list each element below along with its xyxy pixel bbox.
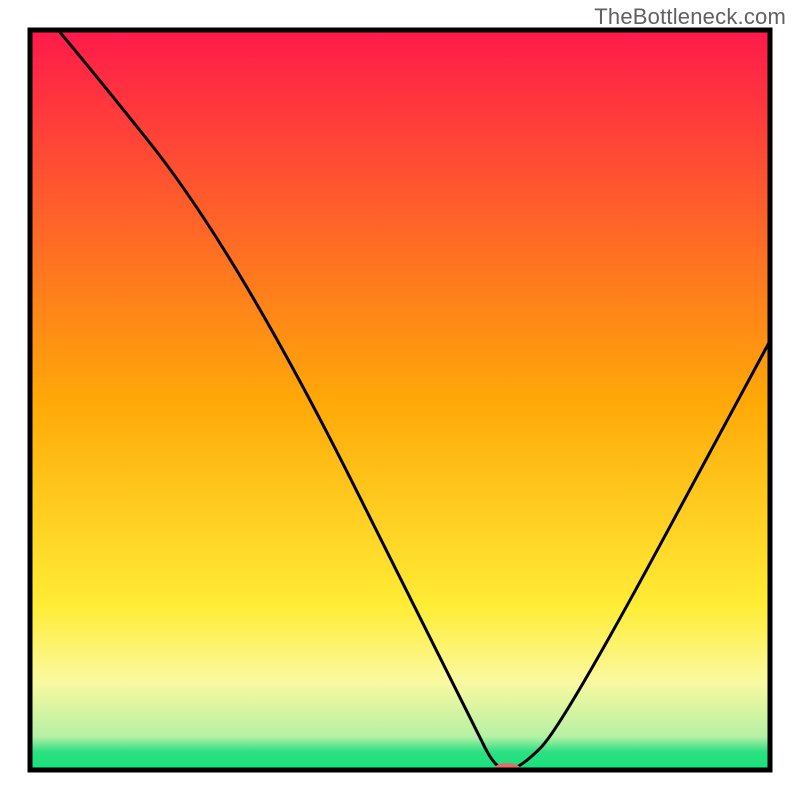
chart-container: TheBottleneck.com	[0, 0, 800, 800]
plot-background	[30, 30, 770, 770]
attribution-label: TheBottleneck.com	[594, 4, 786, 30]
bottleneck-chart	[0, 0, 800, 800]
